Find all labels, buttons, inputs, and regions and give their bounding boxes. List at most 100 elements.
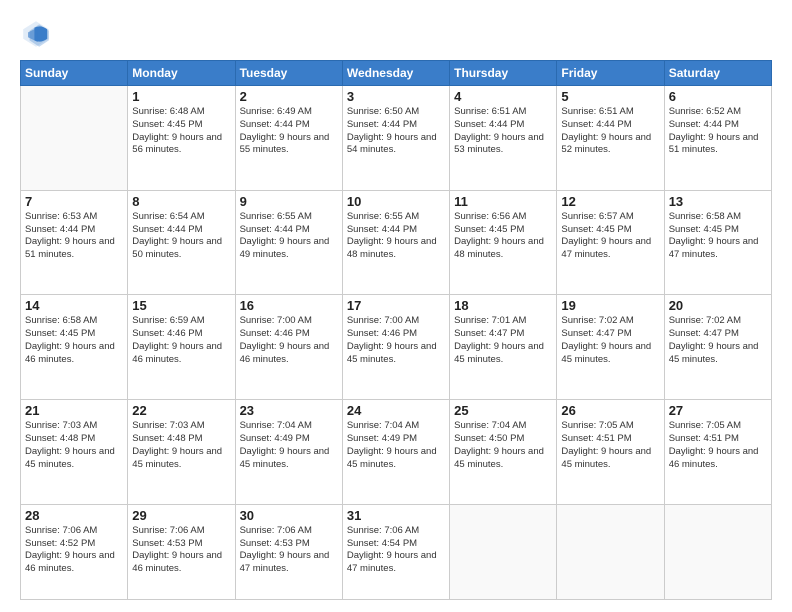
day-number: 12: [561, 194, 659, 209]
weekday-header: Tuesday: [235, 61, 342, 86]
calendar-cell: 28 Sunrise: 7:06 AM Sunset: 4:52 PM Dayli…: [21, 504, 128, 599]
day-info: Sunrise: 7:04 AM Sunset: 4:50 PM Dayligh…: [454, 420, 552, 471]
day-number: 9: [240, 194, 338, 209]
day-number: 25: [454, 403, 552, 418]
calendar-cell: [557, 504, 664, 599]
calendar-cell: 3 Sunrise: 6:50 AM Sunset: 4:44 PM Daylig…: [342, 86, 449, 191]
calendar-week-row: 1 Sunrise: 6:48 AM Sunset: 4:45 PM Daylig…: [21, 86, 772, 191]
weekday-header: Saturday: [664, 61, 771, 86]
day-number: 20: [669, 298, 767, 313]
day-info: Sunrise: 7:05 AM Sunset: 4:51 PM Dayligh…: [561, 420, 659, 471]
day-info: Sunrise: 7:02 AM Sunset: 4:47 PM Dayligh…: [561, 315, 659, 366]
calendar-table: SundayMondayTuesdayWednesdayThursdayFrid…: [20, 60, 772, 600]
day-number: 16: [240, 298, 338, 313]
day-info: Sunrise: 7:00 AM Sunset: 4:46 PM Dayligh…: [240, 315, 338, 366]
weekday-header: Thursday: [450, 61, 557, 86]
calendar-cell: 22Sunrise: 7:03 AM Sunset: 4:48 PM Dayli…: [128, 400, 235, 505]
day-info: Sunrise: 7:05 AM Sunset: 4:51 PM Dayligh…: [669, 420, 767, 471]
calendar-cell: 15Sunrise: 6:59 AM Sunset: 4:46 PM Dayli…: [128, 295, 235, 400]
day-number: 22: [132, 403, 230, 418]
calendar-cell: 27 Sunrise: 7:05 AM Sunset: 4:51 PM Dayli…: [664, 400, 771, 505]
day-info: Sunrise: 7:06 AM Sunset: 4:54 PM Dayligh…: [347, 525, 445, 576]
day-number: 4: [454, 89, 552, 104]
calendar-cell: 21Sunrise: 7:03 AM Sunset: 4:48 PM Dayli…: [21, 400, 128, 505]
day-info: Sunrise: 6:59 AM Sunset: 4:46 PM Dayligh…: [132, 315, 230, 366]
calendar-cell: 25 Sunrise: 7:04 AM Sunset: 4:50 PM Dayli…: [450, 400, 557, 505]
day-info: Sunrise: 6:51 AM Sunset: 4:44 PM Dayligh…: [454, 106, 552, 157]
calendar-cell: [664, 504, 771, 599]
day-number: 23: [240, 403, 338, 418]
day-info: Sunrise: 6:58 AM Sunset: 4:45 PM Dayligh…: [25, 315, 123, 366]
day-info: Sunrise: 6:57 AM Sunset: 4:45 PM Dayligh…: [561, 211, 659, 262]
calendar-cell: 26Sunrise: 7:05 AM Sunset: 4:51 PM Dayli…: [557, 400, 664, 505]
calendar-cell: 5 Sunrise: 6:51 AM Sunset: 4:44 PM Daylig…: [557, 86, 664, 191]
weekday-header: Sunday: [21, 61, 128, 86]
day-number: 30: [240, 508, 338, 523]
day-number: 18: [454, 298, 552, 313]
day-number: 27: [669, 403, 767, 418]
calendar-cell: 11Sunrise: 6:56 AM Sunset: 4:45 PM Dayli…: [450, 190, 557, 295]
calendar-cell: 10 Sunrise: 6:55 AM Sunset: 4:44 PM Dayli…: [342, 190, 449, 295]
calendar-cell: 31 Sunrise: 7:06 AM Sunset: 4:54 PM Dayli…: [342, 504, 449, 599]
day-info: Sunrise: 6:48 AM Sunset: 4:45 PM Dayligh…: [132, 106, 230, 157]
day-info: Sunrise: 6:50 AM Sunset: 4:44 PM Dayligh…: [347, 106, 445, 157]
logo-icon: [20, 18, 52, 50]
weekday-header: Friday: [557, 61, 664, 86]
day-number: 28: [25, 508, 123, 523]
day-number: 1: [132, 89, 230, 104]
day-info: Sunrise: 6:56 AM Sunset: 4:45 PM Dayligh…: [454, 211, 552, 262]
logo: [20, 18, 56, 50]
calendar-cell: [21, 86, 128, 191]
day-info: Sunrise: 6:54 AM Sunset: 4:44 PM Dayligh…: [132, 211, 230, 262]
calendar-cell: 18 Sunrise: 7:01 AM Sunset: 4:47 PM Dayli…: [450, 295, 557, 400]
calendar-week-row: 14Sunrise: 6:58 AM Sunset: 4:45 PM Dayli…: [21, 295, 772, 400]
day-info: Sunrise: 7:00 AM Sunset: 4:46 PM Dayligh…: [347, 315, 445, 366]
calendar-cell: [450, 504, 557, 599]
calendar-cell: 7 Sunrise: 6:53 AM Sunset: 4:44 PM Daylig…: [21, 190, 128, 295]
calendar-week-row: 28 Sunrise: 7:06 AM Sunset: 4:52 PM Dayli…: [21, 504, 772, 599]
day-info: Sunrise: 7:06 AM Sunset: 4:53 PM Dayligh…: [240, 525, 338, 576]
calendar-cell: 30 Sunrise: 7:06 AM Sunset: 4:53 PM Dayli…: [235, 504, 342, 599]
day-number: 31: [347, 508, 445, 523]
calendar-week-row: 7 Sunrise: 6:53 AM Sunset: 4:44 PM Daylig…: [21, 190, 772, 295]
calendar-cell: 16 Sunrise: 7:00 AM Sunset: 4:46 PM Dayli…: [235, 295, 342, 400]
day-number: 10: [347, 194, 445, 209]
day-info: Sunrise: 6:55 AM Sunset: 4:44 PM Dayligh…: [347, 211, 445, 262]
day-info: Sunrise: 6:55 AM Sunset: 4:44 PM Dayligh…: [240, 211, 338, 262]
day-number: 19: [561, 298, 659, 313]
calendar-week-row: 21Sunrise: 7:03 AM Sunset: 4:48 PM Dayli…: [21, 400, 772, 505]
day-info: Sunrise: 6:53 AM Sunset: 4:44 PM Dayligh…: [25, 211, 123, 262]
day-info: Sunrise: 6:51 AM Sunset: 4:44 PM Dayligh…: [561, 106, 659, 157]
day-number: 29: [132, 508, 230, 523]
calendar-cell: 13Sunrise: 6:58 AM Sunset: 4:45 PM Dayli…: [664, 190, 771, 295]
calendar-cell: 4 Sunrise: 6:51 AM Sunset: 4:44 PM Daylig…: [450, 86, 557, 191]
calendar-cell: 6Sunrise: 6:52 AM Sunset: 4:44 PM Daylig…: [664, 86, 771, 191]
weekday-header-row: SundayMondayTuesdayWednesdayThursdayFrid…: [21, 61, 772, 86]
day-info: Sunrise: 7:02 AM Sunset: 4:47 PM Dayligh…: [669, 315, 767, 366]
weekday-header: Wednesday: [342, 61, 449, 86]
calendar-cell: 23Sunrise: 7:04 AM Sunset: 4:49 PM Dayli…: [235, 400, 342, 505]
day-number: 2: [240, 89, 338, 104]
calendar-cell: 14Sunrise: 6:58 AM Sunset: 4:45 PM Dayli…: [21, 295, 128, 400]
day-number: 24: [347, 403, 445, 418]
calendar-cell: 17Sunrise: 7:00 AM Sunset: 4:46 PM Dayli…: [342, 295, 449, 400]
day-info: Sunrise: 6:58 AM Sunset: 4:45 PM Dayligh…: [669, 211, 767, 262]
day-number: 21: [25, 403, 123, 418]
calendar-cell: 29 Sunrise: 7:06 AM Sunset: 4:53 PM Dayli…: [128, 504, 235, 599]
day-info: Sunrise: 7:06 AM Sunset: 4:53 PM Dayligh…: [132, 525, 230, 576]
day-info: Sunrise: 7:01 AM Sunset: 4:47 PM Dayligh…: [454, 315, 552, 366]
day-info: Sunrise: 7:04 AM Sunset: 4:49 PM Dayligh…: [347, 420, 445, 471]
day-number: 5: [561, 89, 659, 104]
calendar-cell: 20 Sunrise: 7:02 AM Sunset: 4:47 PM Dayli…: [664, 295, 771, 400]
calendar-cell: 8 Sunrise: 6:54 AM Sunset: 4:44 PM Daylig…: [128, 190, 235, 295]
day-number: 7: [25, 194, 123, 209]
day-number: 3: [347, 89, 445, 104]
page: SundayMondayTuesdayWednesdayThursdayFrid…: [0, 0, 792, 612]
day-number: 8: [132, 194, 230, 209]
day-info: Sunrise: 7:06 AM Sunset: 4:52 PM Dayligh…: [25, 525, 123, 576]
calendar-cell: 2Sunrise: 6:49 AM Sunset: 4:44 PM Daylig…: [235, 86, 342, 191]
calendar-cell: 9 Sunrise: 6:55 AM Sunset: 4:44 PM Daylig…: [235, 190, 342, 295]
calendar-cell: 1 Sunrise: 6:48 AM Sunset: 4:45 PM Daylig…: [128, 86, 235, 191]
weekday-header: Monday: [128, 61, 235, 86]
day-info: Sunrise: 6:52 AM Sunset: 4:44 PM Dayligh…: [669, 106, 767, 157]
